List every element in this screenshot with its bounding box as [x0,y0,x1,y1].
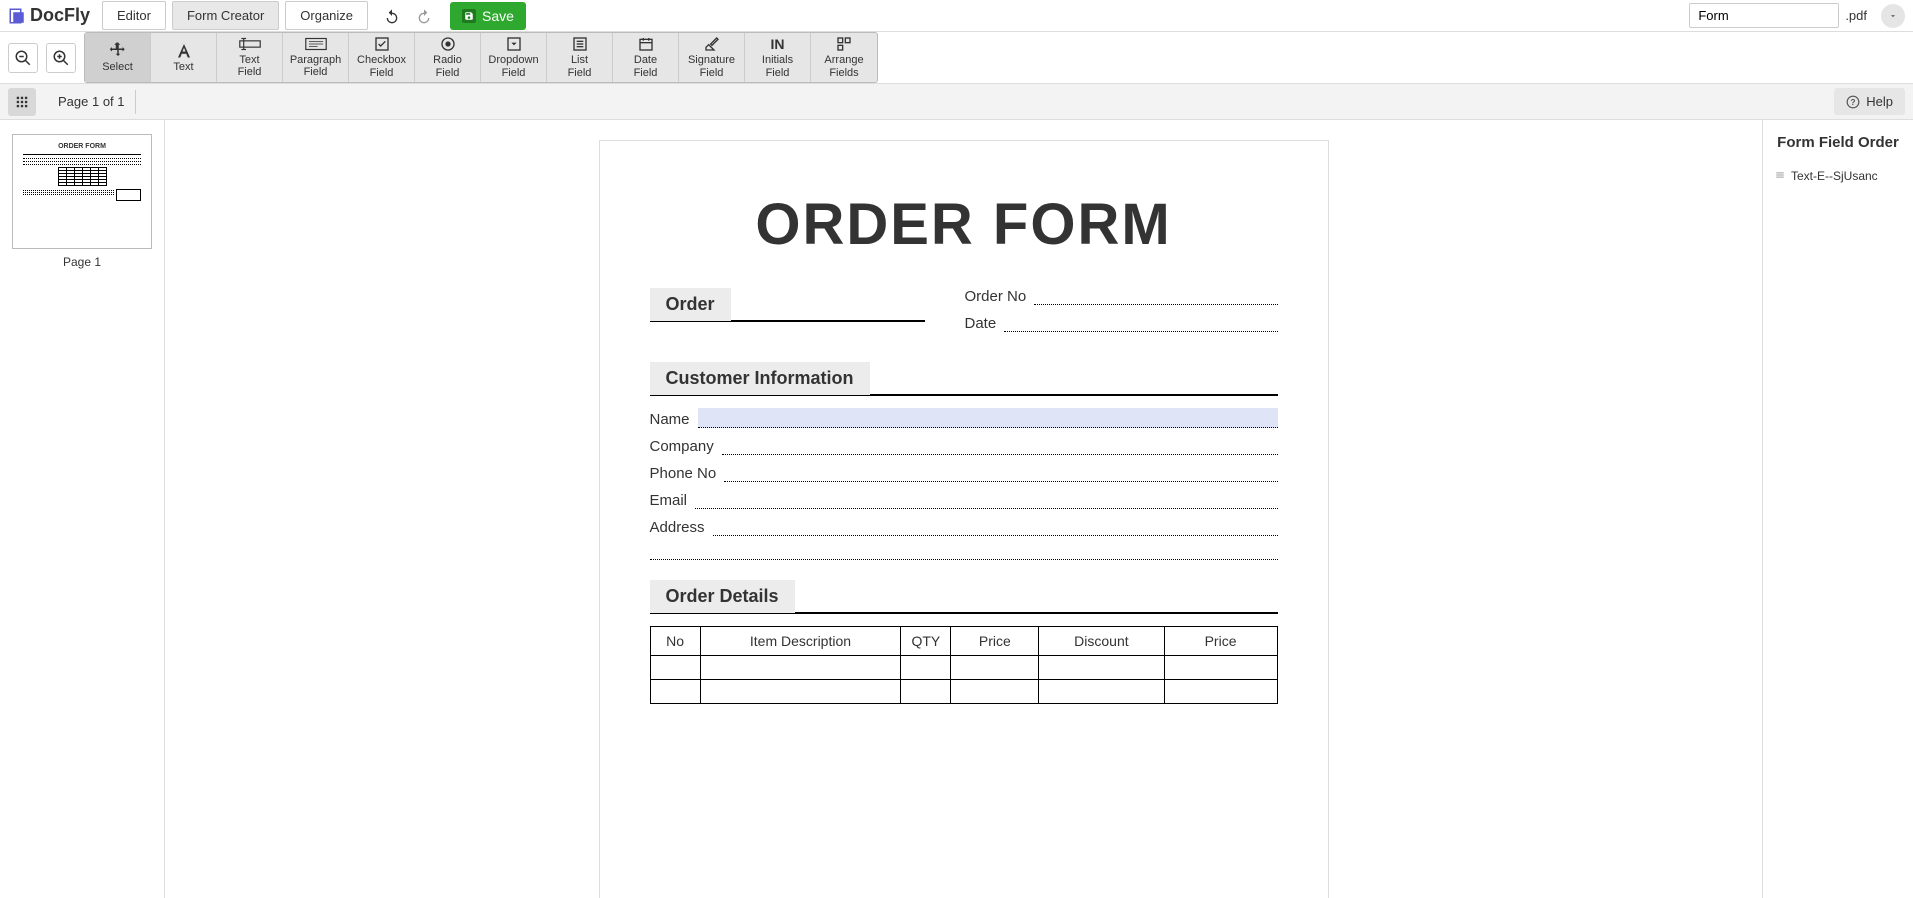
email-label: Email [650,492,688,509]
thumbnail-panel: ORDER FORM Page 1 [0,120,165,898]
tool-date-field[interactable]: Date Field [613,33,679,82]
thumbnail-label: Page 1 [12,255,152,269]
move-icon [109,41,127,59]
checkbox-icon [374,36,390,52]
calendar-icon [638,36,654,52]
name-text-field[interactable] [698,408,1278,428]
tool-paragraph-field[interactable]: Paragraph Field [283,33,349,82]
paragraph-field-icon [305,37,327,52]
name-label: Name [650,411,690,428]
date-label: Date [965,315,997,332]
address-label: Address [650,519,705,536]
logo: DocFly [8,5,98,26]
radio-icon [440,36,456,52]
section-order-head: Order [650,288,731,321]
toolbar: Select Text Text Field Paragraph Field C… [0,32,1913,84]
save-icon [462,9,476,23]
save-label: Save [482,8,514,24]
tab-form-creator[interactable]: Form Creator [172,1,279,30]
order-no-line [1034,291,1277,305]
thumbnail-preview: ORDER FORM [17,139,147,244]
top-right-group: .pdf [1689,3,1905,28]
drag-handle-icon[interactable] [1775,169,1785,183]
th-item: Item Description [700,627,901,656]
order-no-label: Order No [965,288,1027,305]
tab-organize[interactable]: Organize [285,1,368,30]
text-field-icon [239,37,261,52]
section-details-head: Order Details [650,580,795,613]
th-price2: Price [1164,627,1277,656]
tool-list-field[interactable]: List Field [547,33,613,82]
company-label: Company [650,438,714,455]
section-customer-head: Customer Information [650,362,870,395]
canvas-area[interactable]: ORDER FORM Order Order No Date Customer … [165,120,1763,898]
zoom-group [8,32,76,83]
tool-signature-field[interactable]: Signature Field [679,33,745,82]
help-button[interactable]: ? Help [1834,88,1905,115]
form-field-order-panel: Form Field Order Text-E--SjUsanc [1763,120,1913,898]
tool-text-field[interactable]: Text Field [217,33,283,82]
undo-button[interactable] [382,6,402,26]
tool-text[interactable]: Text [151,33,217,82]
tool-initials-field[interactable]: IN Initials Field [745,33,811,82]
table-row [650,656,1277,680]
thumbnails-toggle-button[interactable] [8,88,36,116]
zoom-out-icon [14,49,32,67]
help-label: Help [1866,94,1893,109]
redo-button[interactable] [414,6,434,26]
field-order-item-label: Text-E--SjUsanc [1791,169,1878,183]
tab-editor[interactable]: Editor [102,1,166,30]
mode-tabs: Editor Form Creator Organize [102,1,374,30]
th-discount: Discount [1039,627,1164,656]
arrange-icon [836,36,852,52]
top-bar: DocFly Editor Form Creator Organize Save… [0,0,1913,32]
text-icon [175,41,193,59]
chevron-down-icon [1888,11,1898,21]
svg-text:?: ? [1851,97,1856,106]
th-price: Price [951,627,1039,656]
zoom-in-button[interactable] [46,43,76,73]
table-row [650,680,1277,704]
zoom-in-icon [52,49,70,67]
list-icon [572,36,588,52]
signature-icon [704,36,720,52]
initials-icon: IN [771,36,785,52]
tool-checkbox-field[interactable]: Checkbox Field [349,33,415,82]
tool-group: Select Text Text Field Paragraph Field C… [84,32,878,83]
sub-bar: Page 1 of 1 ? Help [0,84,1913,120]
document-title: ORDER FORM [650,191,1278,258]
more-menu-button[interactable] [1881,4,1905,28]
tool-arrange-fields[interactable]: Arrange Fields [811,33,877,82]
zoom-out-button[interactable] [8,43,38,73]
th-no: No [650,627,700,656]
workspace: ORDER FORM Page 1 ORDER FORM Order Order… [0,120,1913,898]
save-button[interactable]: Save [450,2,526,30]
brand-name: DocFly [30,5,90,26]
field-order-item[interactable]: Text-E--SjUsanc [1773,165,1903,187]
tool-dropdown-field[interactable]: Dropdown Field [481,33,547,82]
tool-radio-field[interactable]: Radio Field [415,33,481,82]
order-details-table: No Item Description QTY Price Discount P… [650,626,1278,704]
phone-label: Phone No [650,465,717,482]
logo-icon [8,7,26,25]
help-icon: ? [1846,95,1860,109]
redo-icon [416,8,432,24]
grid-icon [15,95,29,109]
page-thumbnail[interactable]: ORDER FORM [12,134,152,249]
page-indicator: Page 1 of 1 [48,90,136,114]
document-page[interactable]: ORDER FORM Order Order No Date Customer … [599,140,1329,898]
date-line [1004,318,1277,332]
th-qty: QTY [901,627,951,656]
panel-title: Form Field Order [1773,134,1903,151]
file-extension: .pdf [1845,8,1867,23]
dropdown-icon [506,36,522,52]
undo-icon [384,8,400,24]
tool-select[interactable]: Select [85,33,151,82]
filename-input[interactable] [1689,3,1839,28]
